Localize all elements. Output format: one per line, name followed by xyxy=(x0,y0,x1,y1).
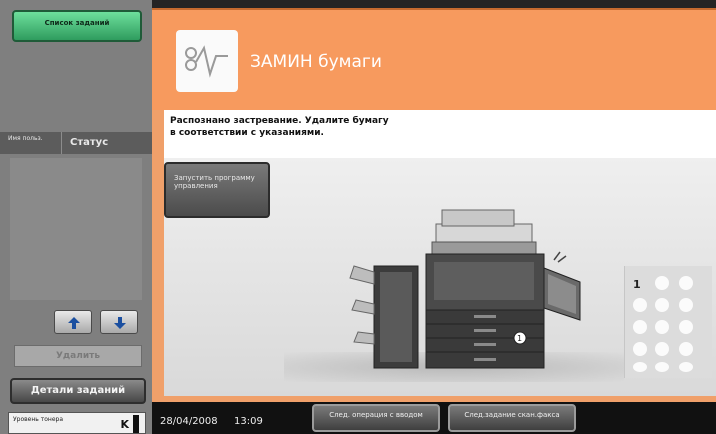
toner-label: Уровень тонера xyxy=(13,416,63,423)
toner-color-label: K xyxy=(120,418,129,431)
arrow-up-icon xyxy=(68,317,80,329)
grid-dot xyxy=(655,342,669,356)
arrow-down-icon xyxy=(114,317,126,329)
grid-dot xyxy=(679,276,693,290)
wave-logo-icon xyxy=(176,30,238,92)
grid-dot xyxy=(679,342,693,356)
jam-location-grid: 1 xyxy=(624,266,712,378)
job-list-area xyxy=(10,158,142,300)
grid-dot xyxy=(655,320,669,334)
scroll-down-button[interactable] xyxy=(100,310,138,334)
grid-dot xyxy=(655,298,669,312)
jam-screen: ЗАМИН бумаги Распознано застревание. Уда… xyxy=(152,8,716,402)
launch-guide-button[interactable]: Запустить программу управления xyxy=(164,162,270,218)
status-bar: 28/04/2008 13:09 След. операция с вводом… xyxy=(152,402,716,434)
grid-dot xyxy=(679,320,693,334)
grid-dot xyxy=(679,362,693,372)
tab-user-name[interactable]: Имя польз. xyxy=(0,132,62,154)
grid-dot xyxy=(633,320,647,334)
title-bar: ЗАМИН бумаги xyxy=(152,10,716,110)
next-scan-fax-button[interactable]: След.задание скан.факса xyxy=(448,404,576,432)
main-panel: ЗАМИН бумаги Распознано застревание. Уда… xyxy=(152,0,716,434)
job-list-button[interactable]: Список заданий xyxy=(12,10,142,42)
job-tabs: Имя польз. Статус xyxy=(0,132,152,154)
grid-dot xyxy=(655,276,669,290)
grid-dot xyxy=(633,362,647,372)
grid-dot xyxy=(679,298,693,312)
next-operation-button[interactable]: След. операция с вводом xyxy=(312,404,440,432)
toner-bar xyxy=(133,415,139,433)
grid-dot xyxy=(633,298,647,312)
left-panel: Список заданий Имя польз. Статус Удалить… xyxy=(0,0,152,434)
scroll-up-button[interactable] xyxy=(54,310,92,334)
page-title: ЗАМИН бумаги xyxy=(250,52,382,72)
grid-dot xyxy=(633,342,647,356)
date-display: 28/04/2008 xyxy=(160,416,218,427)
job-details-button[interactable]: Детали заданий xyxy=(10,378,146,404)
copier-illustration: 1 xyxy=(349,209,581,369)
grid-dot xyxy=(655,362,669,372)
time-display: 13:09 xyxy=(234,416,263,427)
tab-status[interactable]: Статус xyxy=(62,132,152,154)
guide-area: Запустить программу управления 1 1 xyxy=(164,158,716,396)
message-line: в соответствии с указаниями. xyxy=(170,128,324,138)
toner-level: Уровень тонера K xyxy=(8,412,146,434)
delete-button[interactable]: Удалить xyxy=(14,345,142,367)
instruction-message: Распознано застревание. Удалите бумагу в… xyxy=(164,110,716,158)
step-number: 1 xyxy=(633,278,641,291)
svg-text:1: 1 xyxy=(517,334,522,343)
message-line: Распознано застревание. Удалите бумагу xyxy=(170,116,389,126)
